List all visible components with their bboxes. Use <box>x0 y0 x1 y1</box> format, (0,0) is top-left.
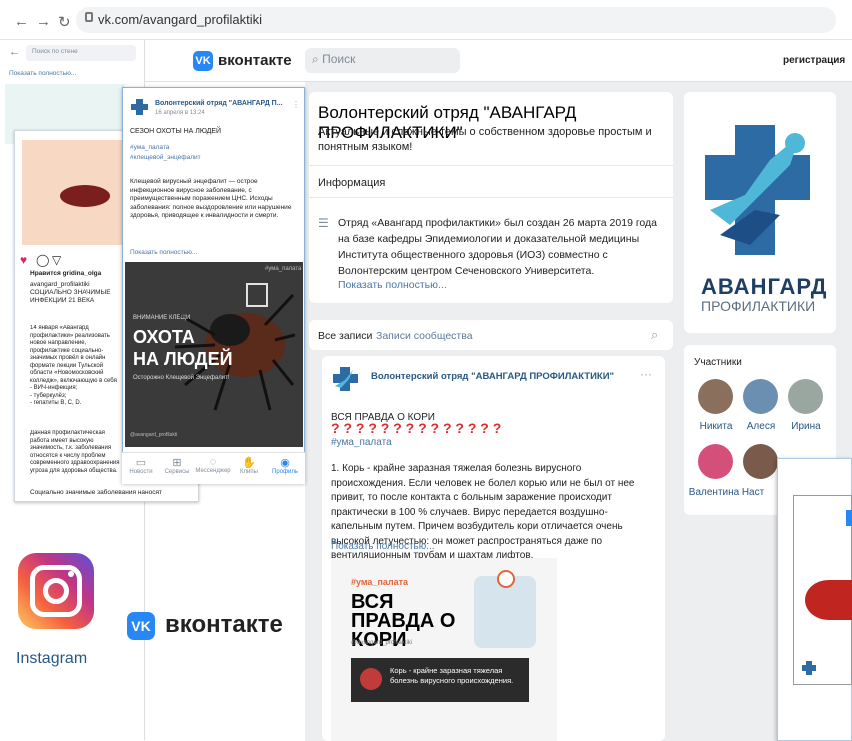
wall-search-placeholder: Поиск по стене <box>32 48 78 55</box>
vk-logo-icon[interactable]: VK <box>193 51 213 71</box>
wall-show-more-link[interactable]: Показать полностью... <box>9 70 76 77</box>
register-link[interactable]: регистрация <box>783 55 845 66</box>
search-placeholder: ⌕ Поиск <box>312 52 356 66</box>
vk-large-brand: вконтакте <box>165 611 283 638</box>
image-logo-icon <box>246 283 268 307</box>
url-text: vk.com/avangard_profilaktiki <box>98 12 263 27</box>
post-show-more-link[interactable]: Показать полностью... <box>331 541 435 552</box>
tick-image-small-text: ВНИМАНИЕ КЛЕЩИ <box>133 315 191 321</box>
phone-post-tag[interactable]: #клещевой_энцефалит <box>130 154 201 161</box>
instagram-logo-icon <box>18 553 94 629</box>
nav-profile[interactable]: ◉ Профиль <box>267 456 303 475</box>
like-icon[interactable]: ♥ <box>20 253 27 267</box>
post-question-marks: ? ? ? ? ? ? ? ? ? ? ? ? ? ? <box>331 420 502 436</box>
member-name[interactable]: Наст <box>733 487 773 498</box>
news-icon: ▭ <box>135 457 147 469</box>
nav-services[interactable]: ⊞ Сервисы <box>159 456 195 475</box>
phone-post-text: Клещевой вирусный энцефалит — острое инф… <box>130 178 292 219</box>
divider <box>309 197 673 198</box>
share-icon[interactable]: ▽ <box>52 253 61 267</box>
phone-post-tag[interactable]: #ума_палата <box>130 144 169 151</box>
image-hashtag: #ума_палата <box>351 577 409 587</box>
members-title[interactable]: Участники <box>694 357 742 368</box>
post-hashtag[interactable]: #ума_палата <box>331 437 392 448</box>
avangard-logo-icon <box>705 125 810 255</box>
list-item: - гепатиты B, C, D. <box>30 400 82 406</box>
member-avatar[interactable] <box>698 444 733 479</box>
info-title: Информация <box>318 177 386 189</box>
instagram-account[interactable]: avangard_profilaktiki СОЦИАЛЬНО ЗНАЧИМЫЕ… <box>30 281 128 305</box>
instagram-label: Instagram <box>16 650 88 667</box>
instagram-body: 14 января «Авангард профилактики» реализ… <box>30 325 117 383</box>
member-avatar[interactable] <box>788 379 823 414</box>
forward-icon[interactable]: → <box>36 13 51 30</box>
logo-text-sub: ПРОФИЛАКТИКИ <box>701 298 816 314</box>
virus-icon <box>360 668 382 690</box>
info-icon: ☰ <box>318 216 329 230</box>
member-avatar[interactable] <box>743 444 778 479</box>
instagram-list: - ВИЧ-инфекция; - туберкулёз; - гепатиты… <box>30 385 124 408</box>
image-center-ellipse <box>60 185 110 207</box>
image-caption: Корь - крайне заразная тяжелая болезнь в… <box>390 666 514 685</box>
phone-post-heading: СЕЗОН ОХОТЫ НА ЛЮДЕЙ <box>130 128 222 135</box>
group-status: Актуальные и сложные темы о собственном … <box>318 126 652 153</box>
nav-clips[interactable]: ✋ Клипы <box>231 456 267 475</box>
post-author[interactable]: Волонтерский отряд "АВАНГАРД ПРОФИЛАКТИК… <box>371 371 614 382</box>
info-show-more-link[interactable]: Показать полностью... <box>338 279 447 291</box>
phone-post-avatar[interactable] <box>130 97 150 117</box>
back-icon[interactable]: ← <box>14 13 29 30</box>
phone-post-menu-icon[interactable]: ⋮ <box>292 100 300 109</box>
search-icon: ⌕ <box>312 52 319 66</box>
tick-image-subtitle: Осторожно Клещевой Энцефалит! <box>133 375 230 381</box>
tick-image-title-1: ОХОТА <box>133 327 195 347</box>
post-author-avatar[interactable] <box>331 364 361 394</box>
vk-large-logo-icon: VK <box>127 612 155 640</box>
wall-search-icon[interactable]: ⌕ <box>651 327 658 343</box>
logo-text-main: АВАНГАРД <box>701 274 828 299</box>
tick-image-handle: @avangard_profilakti <box>130 432 178 438</box>
profile-icon: ◉ <box>280 457 290 469</box>
clock-icon <box>497 570 515 588</box>
nav-label: Мессенджер <box>195 468 231 474</box>
image-handle: @avangard_profilaktiki <box>351 640 413 646</box>
divider <box>309 165 673 166</box>
member-avatar[interactable] <box>698 379 733 414</box>
member-avatar[interactable] <box>743 379 778 414</box>
nav-messenger[interactable]: ◌ Мессенджер <box>195 456 231 474</box>
vk-brand[interactable]: вконтакте <box>218 52 292 69</box>
tab-community-posts[interactable]: Записи сообщества <box>376 330 473 342</box>
lock-icon <box>85 12 93 22</box>
info-text: Отряд «Авангард профилактики» был создан… <box>338 217 658 277</box>
nav-label: Профиль <box>272 469 298 475</box>
instagram-note: Данная профилактическая работа имеет выс… <box>30 430 120 474</box>
right-fragment-blue-tab <box>846 510 852 526</box>
nav-news[interactable]: ▭ Новости <box>123 456 159 475</box>
list-item: - туберкулёз; <box>30 392 67 399</box>
list-item: - ВИЧ-инфекция; <box>30 385 78 391</box>
tick-image-tag: #ума_палата <box>265 266 302 272</box>
reload-icon[interactable]: ↻ <box>58 13 71 31</box>
tab-all-posts[interactable]: Все записи <box>318 330 372 342</box>
member-name[interactable]: Ирина <box>780 421 832 432</box>
services-icon: ⊞ <box>172 457 182 469</box>
instagram-likes: Нравится gridina_olga <box>30 270 102 277</box>
nav-label: Новости <box>129 469 153 475</box>
tick-image-title-2: НА ЛЮДЕЙ <box>133 349 233 369</box>
phone-post-date: 16 апреля в 13:24 <box>155 110 205 116</box>
messenger-icon: ◌ <box>209 456 217 468</box>
instagram-footer: Социально значимые заболевания наносят <box>30 489 162 496</box>
nav-label: Клипы <box>240 469 258 475</box>
back-arrow-icon[interactable]: ← <box>9 46 20 58</box>
comment-icon[interactable]: ◯ <box>36 253 49 267</box>
clips-icon: ✋ <box>242 457 256 469</box>
phone-post-show-more[interactable]: Показать полностью... <box>130 249 197 256</box>
phone-post-author[interactable]: Волонтерский отряд "АВАНГАРД П... <box>155 100 283 107</box>
nav-label: Сервисы <box>164 469 190 475</box>
post-menu-icon[interactable]: ··· <box>640 367 652 381</box>
right-fragment-logo-icon <box>802 661 816 675</box>
right-fragment-red-shape <box>805 580 852 620</box>
